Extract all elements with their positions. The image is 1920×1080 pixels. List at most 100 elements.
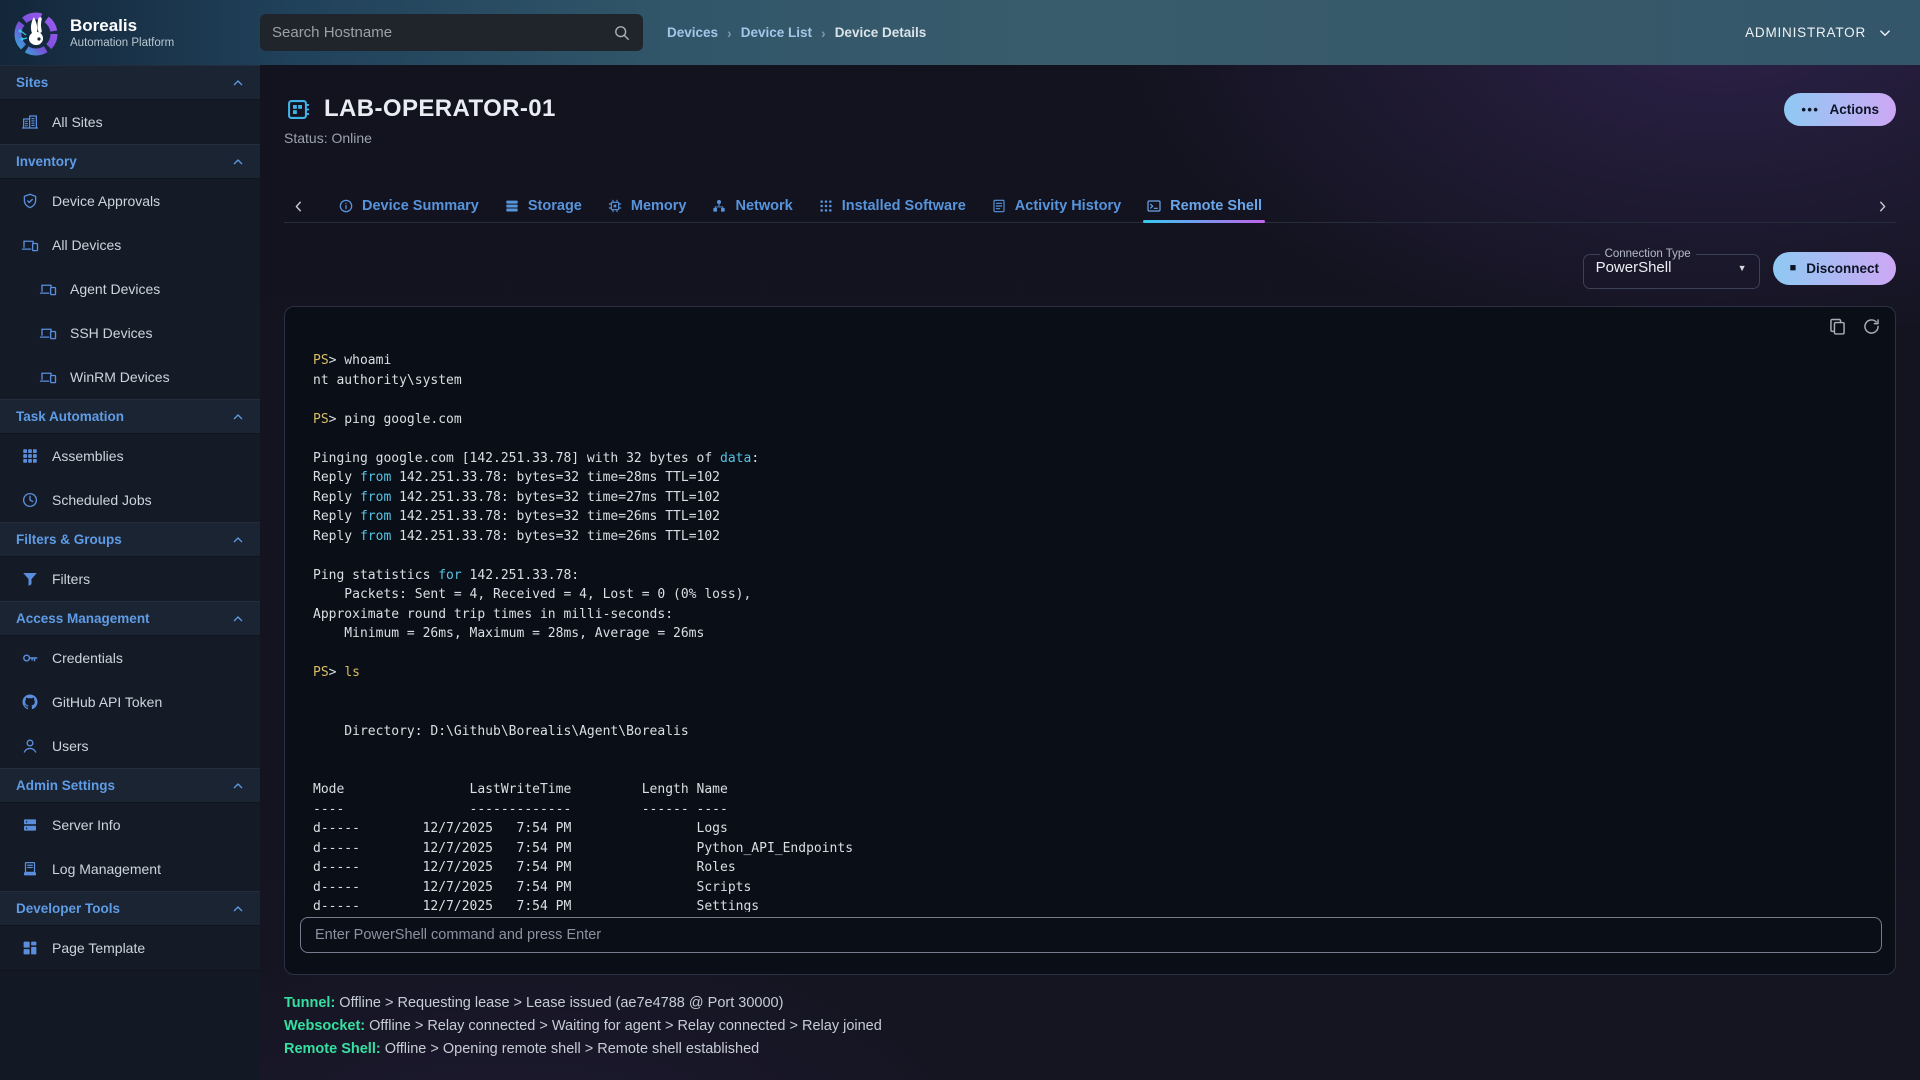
device-chip-icon — [284, 96, 311, 123]
sidebar-item-all-devices[interactable]: All Devices — [0, 223, 260, 267]
breadcrumb: Devices›Device List›Device Details — [667, 25, 926, 41]
tab-remote-shell[interactable]: Remote Shell — [1146, 190, 1262, 222]
connection-type-value: PowerShell — [1596, 259, 1672, 276]
tabs-scroll-right-button[interactable] — [1868, 194, 1896, 218]
chevron-up-icon — [230, 532, 246, 548]
terminal-line: d----- 12/7/2025 7:54 PM Scripts — [313, 880, 1877, 900]
chevron-up-icon — [230, 901, 246, 917]
sidebar-item-winrm-devices[interactable]: WinRM Devices — [0, 355, 260, 399]
search-icon — [612, 23, 631, 42]
actions-button-label: Actions — [1829, 102, 1879, 117]
sidebar-item-scheduled-jobs[interactable]: Scheduled Jobs — [0, 478, 260, 522]
layout-icon — [21, 939, 39, 957]
tab-memory[interactable]: Memory — [607, 190, 687, 222]
terminal-line: Reply from 142.251.33.78: bytes=32 time=… — [313, 529, 1877, 549]
chevron-left-icon — [290, 198, 307, 215]
disconnect-button-label: Disconnect — [1806, 261, 1879, 276]
sidebar-section-sites[interactable]: Sites — [0, 65, 260, 100]
chevron-down-icon — [1876, 24, 1894, 42]
terminal-line: Reply from 142.251.33.78: bytes=32 time=… — [313, 470, 1877, 490]
sidebar-item-server-info[interactable]: Server Info — [0, 803, 260, 847]
status-websocket: Websocket: Offline > Relay connected > W… — [284, 1015, 1896, 1038]
search-input[interactable] — [272, 24, 612, 41]
search-box[interactable] — [260, 14, 643, 51]
sidebar-item-agent-devices[interactable]: Agent Devices — [0, 267, 260, 311]
terminal-toolbar — [1827, 316, 1882, 337]
terminal-icon — [1146, 198, 1162, 214]
sidebar-section-developer-tools[interactable]: Developer Tools — [0, 891, 260, 926]
tabbar: Device Summary Storage Memory Network Instal… — [284, 190, 1896, 223]
tab-storage[interactable]: Storage — [504, 190, 582, 222]
connection-type-select[interactable]: Connection Type PowerShell ▼ — [1583, 248, 1760, 289]
terminal-line: d----- 12/7/2025 7:54 PM Settings — [313, 899, 1877, 912]
terminal-line: Directory: D:\Github\Borealis\Agent\Bore… — [313, 724, 1877, 744]
terminal-line: Minimum = 26ms, Maximum = 28ms, Average … — [313, 626, 1877, 646]
terminal-output[interactable]: PS> whoamint authority\systemPS> ping go… — [313, 353, 1877, 912]
funnel-icon — [21, 570, 39, 588]
sidebar-item-device-approvals[interactable]: Device Approvals — [0, 179, 260, 223]
terminal-line — [313, 548, 1877, 568]
select-caret-icon: ▼ — [1738, 263, 1747, 273]
terminal-input-wrapper — [300, 917, 1882, 953]
sidebar-section-task-automation[interactable]: Task Automation — [0, 399, 260, 434]
sidebar-item-log-management[interactable]: Log Management — [0, 847, 260, 891]
main-content: LAB-OPERATOR-01 ••• Actions Status: Onli… — [260, 65, 1920, 1080]
sidebar-section-admin-settings[interactable]: Admin Settings — [0, 768, 260, 803]
sidebar-section-inventory[interactable]: Inventory — [0, 144, 260, 179]
building-icon — [21, 113, 39, 131]
breadcrumb-device-details[interactable]: Device Details — [835, 25, 927, 40]
borealis-logo-icon — [12, 9, 60, 57]
device-status-text: Status: Online — [284, 130, 1896, 146]
terminal-line: PS> ping google.com — [313, 412, 1877, 432]
sidebar-item-credentials[interactable]: Credentials — [0, 636, 260, 680]
sidebar-item-users[interactable]: Users — [0, 724, 260, 768]
sidebar-item-all-sites[interactable]: All Sites — [0, 100, 260, 144]
sidebar-item-ssh-devices[interactable]: SSH Devices — [0, 311, 260, 355]
clock-icon — [21, 491, 39, 509]
key-icon — [21, 649, 39, 667]
tab-activity-history[interactable]: Activity History — [991, 190, 1121, 222]
chevron-right-icon — [1874, 198, 1891, 215]
terminal-line — [313, 431, 1877, 451]
terminal-line: Mode LastWriteTime Length Name — [313, 782, 1877, 802]
tab-device-summary[interactable]: Device Summary — [338, 190, 479, 222]
brand-area[interactable]: Borealis Automation Platform — [0, 9, 260, 57]
terminal-command-input[interactable] — [315, 927, 1867, 943]
shield-icon — [21, 192, 39, 210]
actions-button[interactable]: ••• Actions — [1784, 93, 1896, 126]
sidebar-section-access-management[interactable]: Access Management — [0, 601, 260, 636]
ellipsis-icon: ••• — [1801, 102, 1819, 117]
sidebar-item-filters[interactable]: Filters — [0, 557, 260, 601]
breadcrumb-device-list[interactable]: Device List — [741, 25, 812, 40]
tabs-scroll-left-button[interactable] — [284, 194, 312, 218]
chevron-up-icon — [230, 611, 246, 627]
sidebar-item-github-api-token[interactable]: GitHub API Token — [0, 680, 260, 724]
server-icon — [21, 816, 39, 834]
tab-installed-software[interactable]: Installed Software — [818, 190, 966, 222]
connection-controls: Connection Type PowerShell ▼ ■ Disconnec… — [284, 248, 1896, 289]
sidebar-nav: SitesAll SitesInventoryDevice ApprovalsA… — [0, 65, 260, 970]
refresh-button[interactable] — [1861, 316, 1882, 337]
terminal-line: d----- 12/7/2025 7:54 PM Logs — [313, 821, 1877, 841]
sidebar-item-page-template[interactable]: Page Template — [0, 926, 260, 970]
copy-button[interactable] — [1827, 316, 1848, 337]
devices-icon — [21, 236, 39, 254]
person-icon — [21, 737, 39, 755]
breadcrumb-devices[interactable]: Devices — [667, 25, 718, 40]
refresh-icon — [1861, 316, 1882, 337]
sidebar-section-filters-groups[interactable]: Filters & Groups — [0, 522, 260, 557]
sidebar-item-assemblies[interactable]: Assemblies — [0, 434, 260, 478]
user-menu[interactable]: ADMINISTRATOR — [1745, 24, 1894, 42]
github-icon — [21, 693, 39, 711]
terminal-line — [313, 685, 1877, 705]
status-remote-shell: Remote Shell: Offline > Opening remote s… — [284, 1038, 1896, 1061]
terminal-line: d----- 12/7/2025 7:54 PM Roles — [313, 860, 1877, 880]
chevron-up-icon — [230, 778, 246, 794]
terminal-line: nt authority\system — [313, 373, 1877, 393]
log-icon — [21, 860, 39, 878]
brand-name: Borealis — [70, 16, 174, 36]
disconnect-button[interactable]: ■ Disconnect — [1773, 252, 1896, 285]
stop-icon: ■ — [1790, 263, 1797, 274]
status-tunnel: Tunnel: Offline > Requesting lease > Lea… — [284, 992, 1896, 1015]
tab-network[interactable]: Network — [711, 190, 792, 222]
